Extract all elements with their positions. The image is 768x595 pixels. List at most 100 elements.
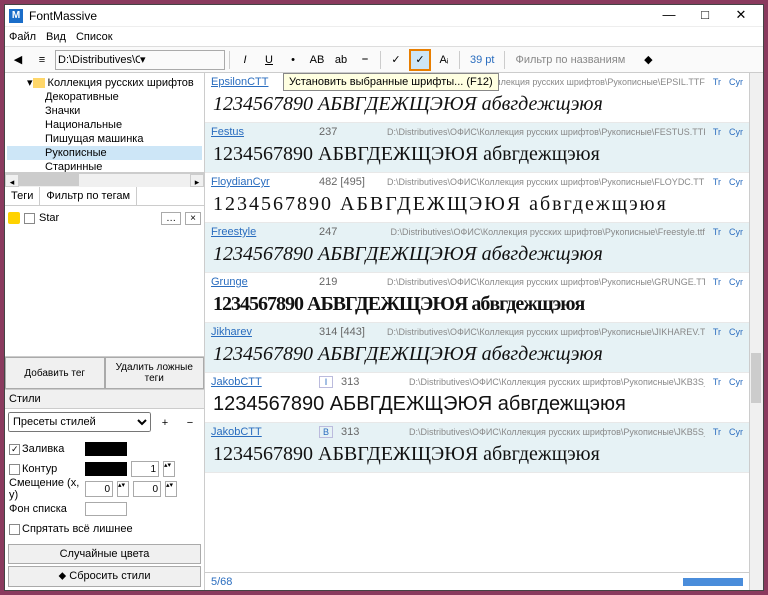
font-name-link[interactable]: JakobCTT <box>211 426 311 438</box>
install-fonts-button[interactable]: ✓ <box>409 49 431 71</box>
underline-button[interactable]: U <box>258 49 280 71</box>
tree-item[interactable]: Национальные <box>7 118 202 132</box>
tree-item[interactable]: Значки <box>7 104 202 118</box>
font-row[interactable]: Festus 237 D:\Distributives\ОФИС\Коллекц… <box>205 123 749 173</box>
offset-y-input[interactable] <box>133 481 161 497</box>
font-name-link[interactable]: Jikharev <box>211 326 311 338</box>
hide-label: Спрятать всё лишнее <box>22 523 133 535</box>
font-variant-badge: I <box>319 376 333 388</box>
tree-hscroll[interactable]: ◂ ▸ <box>5 173 204 187</box>
reset-styles-button[interactable]: ⬥ Сбросить стили <box>8 566 201 587</box>
italic-button[interactable]: I <box>234 49 256 71</box>
add-tag-button[interactable]: Добавить тег <box>5 357 105 389</box>
scroll-right-icon[interactable]: ▸ <box>190 174 204 187</box>
outline-swatch[interactable] <box>85 462 127 476</box>
minimize-button[interactable]: — <box>651 6 687 26</box>
case-lower-button[interactable]: ab <box>330 49 352 71</box>
offset-x-input[interactable] <box>85 481 113 497</box>
font-name-link[interactable]: JakobCTT <box>211 376 311 388</box>
status-count: 5/68 <box>211 576 232 588</box>
hide-checkbox[interactable] <box>9 524 20 535</box>
case-upper-button[interactable]: AB <box>306 49 328 71</box>
outline-spin[interactable]: ▴▾ <box>163 461 175 477</box>
bg-swatch[interactable] <box>85 502 127 516</box>
fill-swatch[interactable] <box>85 442 127 456</box>
font-sample: 1234567890 АБВГДЕЖЩЭЮЯ абвгдежщэюя <box>205 291 749 322</box>
font-glyph-count: 219 <box>319 276 379 288</box>
font-script-label: Cyr <box>729 427 743 437</box>
font-name-link[interactable]: FloydianCyr <box>211 176 311 188</box>
font-row[interactable]: JakobCTT B 313 D:\Distributives\ОФИС\Кол… <box>205 423 749 473</box>
del-tags-button[interactable]: Удалить ложные теги <box>105 357 205 389</box>
menu-file[interactable]: Файл <box>9 31 36 43</box>
font-type-icon: Tr <box>713 277 721 287</box>
tree-item[interactable]: Пишущая машинка <box>7 132 202 146</box>
font-script-label: Cyr <box>729 227 743 237</box>
tree-item[interactable]: Старинные <box>7 160 202 173</box>
font-type-icon: Tr <box>713 427 721 437</box>
font-row[interactable]: Grunge 219 D:\Distributives\ОФИС\Коллекц… <box>205 273 749 323</box>
tag-buttons: Добавить тег Удалить ложные теги <box>5 356 204 389</box>
font-glyph-count: 247 <box>319 226 379 238</box>
ox-spin[interactable]: ▴▾ <box>117 481 129 497</box>
font-script-label: Cyr <box>729 277 743 287</box>
tree-item[interactable]: Рукописные <box>7 146 202 160</box>
oy-spin[interactable]: ▴▾ <box>165 481 177 497</box>
style-grid: Заливка Контур ▴▾ Смещение (x, y) ▴▾ ▴▾ … <box>5 437 204 541</box>
tree-item[interactable]: Декоративные <box>7 90 202 104</box>
main-vscroll[interactable] <box>749 73 763 590</box>
folder-tree[interactable]: ▾ Коллекция русских шрифтов Декоративные… <box>5 73 204 173</box>
font-path: D:\Distributives\ОФИС\Коллекция русских … <box>387 327 705 337</box>
nav-back-button[interactable]: ◀ <box>7 49 29 71</box>
tags-tab[interactable]: Теги <box>5 187 40 205</box>
font-sample: 1234567890 АБВГДЕЖЩЭЮЯ абвгдежщэюя <box>205 341 749 372</box>
offset-label: Смещение (x, y) <box>9 477 81 501</box>
fill-label: Заливка <box>22 443 64 455</box>
font-glyph-count: 314 [443] <box>319 326 379 338</box>
tags-filter-tab[interactable]: Фильтр по тегам <box>40 187 137 205</box>
filter-input[interactable]: Фильтр по названиям <box>515 54 625 66</box>
bg-label: Фон списка <box>9 503 67 515</box>
tree-root[interactable]: ▾ Коллекция русских шрифтов <box>7 75 202 90</box>
font-type-icon: Tr <box>713 227 721 237</box>
titlebar: M FontMassive — □ ✕ <box>5 5 763 27</box>
maximize-button[interactable]: □ <box>687 6 723 26</box>
style-button[interactable]: ⎯ <box>354 49 376 71</box>
random-colors-button[interactable]: Случайные цвета <box>8 544 201 564</box>
font-row[interactable]: Freestyle 247 D:\Distributives\ОФИС\Колл… <box>205 223 749 273</box>
close-button[interactable]: ✕ <box>723 6 759 26</box>
font-sample: 1234567890 АБВГДЕЖЩЭЮЯ абвгдежщэюя <box>205 391 749 422</box>
outline-label: Контур <box>22 463 57 475</box>
app-window: M FontMassive — □ ✕ Файл Вид Список ◀ ≡ … <box>4 4 764 591</box>
tag-more-button[interactable]: … <box>161 212 181 225</box>
preset-select[interactable]: Пресеты стилей <box>8 412 151 432</box>
tag-remove-button[interactable]: × <box>185 212 201 225</box>
tag-checkbox[interactable] <box>24 213 35 224</box>
font-row[interactable]: JakobCTT I 313 D:\Distributives\ОФИС\Кол… <box>205 373 749 423</box>
font-name-link[interactable]: Grunge <box>211 276 311 288</box>
font-row[interactable]: Jikharev 314 [443] D:\Distributives\ОФИС… <box>205 323 749 373</box>
font-script-label: Cyr <box>729 327 743 337</box>
outline-width-input[interactable] <box>131 461 159 477</box>
outline-checkbox[interactable] <box>9 464 20 475</box>
progress-bar <box>683 578 743 586</box>
fill-checkbox[interactable] <box>9 444 20 455</box>
preset-del-icon[interactable]: − <box>179 412 201 434</box>
tag-row[interactable]: Star … × <box>5 206 204 230</box>
font-name-link[interactable]: Freestyle <box>211 226 311 238</box>
check-button[interactable]: ✓ <box>385 49 407 71</box>
font-list[interactable]: EpsilonCTT 313 D:\Distributives\ОФИС\Кол… <box>205 73 749 572</box>
menu-list[interactable]: Список <box>76 31 113 43</box>
nav-fwd-button[interactable]: ≡ <box>31 49 53 71</box>
font-name-link[interactable]: Festus <box>211 126 311 138</box>
font-size-label[interactable]: 39 pt <box>470 54 494 66</box>
preset-add-icon[interactable]: + <box>154 412 176 434</box>
scroll-left-icon[interactable]: ◂ <box>5 174 19 187</box>
font-sample: 1234567890 АБВГДЕЖЩЭЮЯ абвгдежщэюя <box>205 141 749 172</box>
menu-view[interactable]: Вид <box>46 31 66 43</box>
address-combo[interactable]: D:\Distributives\ОФИС\Коллек▾ <box>55 50 225 70</box>
strike-button[interactable]: • <box>282 49 304 71</box>
font-row[interactable]: FloydianCyr 482 [495] D:\Distributives\О… <box>205 173 749 223</box>
brush-icon[interactable]: ◆ <box>637 49 659 71</box>
font-info-button[interactable]: Aᵢ <box>433 49 455 71</box>
